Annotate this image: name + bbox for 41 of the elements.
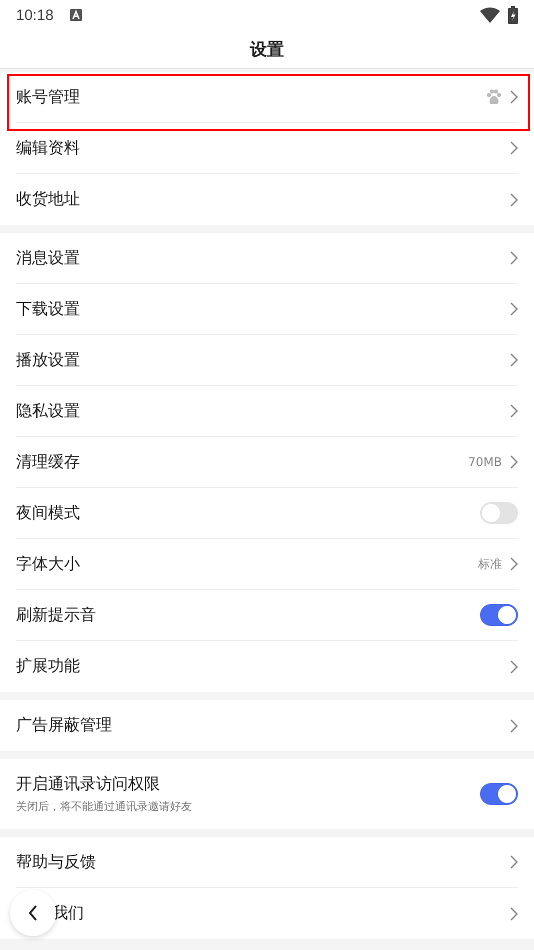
row-label: 广告屏蔽管理 [16, 715, 113, 736]
row-value: 70MB [468, 455, 502, 469]
chevron-icon [510, 353, 518, 367]
wifi-icon [480, 7, 500, 23]
chevron-icon [510, 855, 518, 869]
row-label: 播放设置 [16, 350, 81, 370]
row-label: 开启通讯录访问权限 [16, 774, 161, 795]
row-label: 收货地址 [16, 189, 81, 210]
page-title: 设置 [250, 38, 284, 60]
notification-icon [70, 9, 82, 21]
row-label: 我们 [52, 903, 85, 924]
row-label: 扩展功能 [16, 656, 81, 677]
back-icon [28, 905, 38, 921]
toggle-switch[interactable] [480, 783, 518, 805]
row-label: 编辑资料 [16, 138, 81, 158]
row-value: 标准 [478, 556, 502, 572]
row-label: 清理缓存 [16, 452, 81, 472]
row-subtitle: 关闭后，将不能通过通讯录邀请好友 [16, 799, 193, 814]
toggle-switch[interactable] [480, 604, 518, 626]
chevron-icon [510, 251, 518, 265]
battery-icon [508, 6, 518, 24]
row-label: 夜间模式 [16, 502, 81, 524]
row-label: 字体大小 [16, 554, 81, 574]
chevron-icon [510, 302, 518, 316]
chevron-icon [510, 557, 518, 571]
chevron-icon [510, 192, 518, 206]
row-label: 下载设置 [16, 298, 81, 320]
chevron-icon [510, 906, 518, 920]
row-label: 帮助与反馈 [16, 852, 97, 872]
chevron-icon [510, 404, 518, 418]
chevron-icon [510, 455, 518, 469]
chevron-icon [510, 90, 518, 104]
chevron-icon [510, 660, 518, 674]
row-label: 消息设置 [16, 248, 81, 268]
chevron-icon [510, 141, 518, 155]
status-time: 10:18 [16, 6, 54, 24]
row-label: 账号管理 [16, 86, 81, 108]
toggle-switch[interactable] [480, 502, 518, 524]
row-label: 隐私设置 [16, 400, 81, 422]
row-label: 刷新提示音 [16, 604, 97, 626]
chevron-icon [510, 718, 518, 732]
